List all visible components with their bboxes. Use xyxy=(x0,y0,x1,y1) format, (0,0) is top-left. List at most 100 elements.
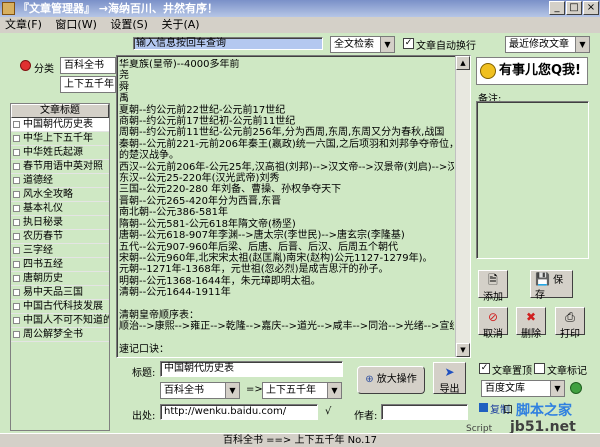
content-line: 晋朝--公元265-420年分为西晋,东晋 xyxy=(119,195,282,207)
content-line: 三国--公元220-280 年刘备、曹操、孙权争夺天下 xyxy=(119,184,342,196)
minimize-button[interactable]: _ xyxy=(549,1,565,15)
export-icon: ➤ xyxy=(444,365,455,379)
content-area[interactable]: 华夏族(皇帝)--4000多年前尧舜禹夏朝--约公元前22世纪-公元前17世纪商… xyxy=(116,55,471,358)
content-line xyxy=(119,333,454,344)
content-scrollbar[interactable]: ▲ ▼ xyxy=(455,56,470,357)
content-line: 隋朝--公元581-公元618年隋文帝(杨坚) xyxy=(119,218,296,230)
article-list: 文章标题 中国朝代历史表 中华上下五千年 中华姓氏起源 春节用语中英对照 道德经… xyxy=(10,103,110,431)
watermark-top: 脚本之家 xyxy=(516,403,572,419)
content-line: 华夏族(皇帝)--4000多年前 xyxy=(119,59,240,70)
zoom-icon: ⊕ xyxy=(365,374,374,385)
export-button[interactable]: ➤ 导出 xyxy=(433,362,466,395)
category-icon xyxy=(20,60,31,71)
maximize-button[interactable]: □ xyxy=(566,1,582,15)
add-icon: 🗎 xyxy=(488,273,498,287)
save-icon: 💾 xyxy=(535,272,550,286)
content-line: 尧 xyxy=(119,70,129,82)
status-bar: 百科全书 ==> 上下五千年 No.17 xyxy=(0,433,600,447)
source-input[interactable]: http://wenku.baidu.com/ xyxy=(160,404,318,420)
menu-about[interactable]: 关于(A) xyxy=(156,17,204,33)
content-line: 商朝--约公元前17世纪初-公元前11世纪 xyxy=(119,116,296,128)
close-button[interactable]: × xyxy=(583,1,599,15)
site-select[interactable]: 百度文库 ▼ xyxy=(481,380,565,397)
menu-article[interactable]: 文章(F) xyxy=(0,17,47,33)
mark-char: 口 xyxy=(503,405,513,416)
list-item[interactable]: 中国朝代历史表 xyxy=(11,118,109,132)
title-input[interactable]: 中国朝代历史表 xyxy=(160,361,343,377)
auto-wrap-label: 文章自动换行 xyxy=(416,41,476,52)
menu-window[interactable]: 窗口(W) xyxy=(50,17,101,33)
list-item[interactable]: 道德经 xyxy=(11,174,109,188)
list-item[interactable]: 春节用语中英对照 xyxy=(11,160,109,174)
app-icon xyxy=(2,2,15,15)
content-line: 周朝--约公元前11世纪-公元前256年,分为西周,东周,东周又分为春秋,战国 xyxy=(119,127,445,139)
content-line: 南北朝--公元386-581年 xyxy=(119,207,228,219)
content-line: 五代--公元907-960年后梁、后唐、后晋、后汉、后周五个朝代 xyxy=(119,241,398,253)
delete-icon: ✖ xyxy=(525,310,537,324)
delete-button[interactable]: ✖ 删除 xyxy=(516,307,546,340)
go-icon[interactable] xyxy=(570,382,582,394)
title-bar: 『文章管理器』 →海纳百川、井然有序！ xyxy=(0,0,600,17)
auto-wrap-checkbox[interactable]: ✓ xyxy=(403,38,414,49)
list-item[interactable]: 唐朝历史 xyxy=(11,272,109,286)
content-line: 清朝皇帝顺序表： xyxy=(119,309,199,321)
list-items: 中国朝代历史表 中华上下五千年 中华姓氏起源 春节用语中英对照 道德经 风水全攻… xyxy=(11,118,109,342)
content-line: 西汉--公元前206年-公元25年,汉高祖(刘邦)-->汉文帝-->汉景帝(刘启… xyxy=(119,161,454,173)
content-line: 夏朝--约公元前22世纪-公元前17世纪 xyxy=(119,104,286,116)
window-title: 『文章管理器』 →海纳百川、井然有序！ xyxy=(18,2,219,15)
note-textarea[interactable] xyxy=(476,101,589,259)
search-input[interactable]: 输入信息按回车查询 xyxy=(133,37,323,50)
title-label: 标题: xyxy=(132,368,156,379)
category-label: 分类 xyxy=(34,64,54,75)
recent-select[interactable]: 最近修改文章 ▼ xyxy=(505,36,590,53)
mark-label: 文章标记 xyxy=(547,366,587,377)
penguin-icon xyxy=(480,63,496,79)
content-line: 顺治-->康熙-->雍正-->乾隆-->嘉庆-->道光-->咸丰-->同治-->… xyxy=(119,321,454,333)
list-item[interactable]: 周公解梦全书 xyxy=(11,328,109,342)
list-item[interactable]: 执日秘录 xyxy=(11,216,109,230)
pin-top-checkbox[interactable]: ✓ xyxy=(479,363,490,374)
print-icon: ⎙ xyxy=(565,310,575,324)
qq-banner[interactable]: 有事儿您Q我! xyxy=(476,57,588,85)
form-arrow: => xyxy=(246,384,263,395)
search-mode-select[interactable]: 全文检索 ▼ xyxy=(330,36,395,53)
content-line: 清朝--公元1644-1911年 xyxy=(119,287,231,299)
content-line: 明朝--公元1368-1644年，朱元璋即明太祖。 xyxy=(119,275,321,287)
mark-checkbox[interactable] xyxy=(534,363,545,374)
list-item[interactable]: 三字经 xyxy=(11,244,109,258)
author-input[interactable] xyxy=(381,404,468,420)
form-category-select[interactable]: 百科全书 ▼ xyxy=(160,382,240,399)
list-item[interactable]: 风水全攻略 xyxy=(11,188,109,202)
cancel-button[interactable]: ⊘ 取消 xyxy=(478,307,508,340)
source-label: 出处: xyxy=(132,411,156,422)
content-line: 禹 xyxy=(119,93,129,105)
list-item[interactable]: 中华上下五千年 xyxy=(11,132,109,146)
author-label: 作者: xyxy=(354,411,378,422)
content-line: 舜 xyxy=(119,81,129,93)
list-item[interactable]: 中华姓氏起源 xyxy=(11,146,109,160)
add-button[interactable]: 🗎 添加 xyxy=(478,270,508,303)
status-text: 百科全书 ==> 上下五千年 No.17 xyxy=(223,435,377,446)
list-item[interactable]: 四书五经 xyxy=(11,258,109,272)
save-button[interactable]: 💾 保存 xyxy=(530,270,573,301)
list-item[interactable]: 基本礼仪 xyxy=(11,202,109,216)
list-item[interactable]: 中国古代科技发展 xyxy=(11,300,109,314)
pin-top-label: 文章置顶 xyxy=(492,366,532,377)
content-line: 宋朝--公元960年,北宋宋太祖(赵匡胤)南宋(赵构)公元1127-1279年)… xyxy=(119,252,433,264)
list-item[interactable]: 农历春节 xyxy=(11,230,109,244)
content-line: 速记口诀： xyxy=(119,344,169,355)
menu-settings[interactable]: 设置(S) xyxy=(105,17,153,33)
content-text: 华夏族(皇帝)--4000多年前尧舜禹夏朝--约公元前22世纪-公元前17世纪商… xyxy=(119,59,454,355)
form-subcategory-select[interactable]: 上下五千年 ▼ xyxy=(262,382,342,399)
list-item[interactable]: 中国人不可不知道的知识 xyxy=(11,314,109,328)
zoom-button[interactable]: ⊕ 放大操作 xyxy=(357,366,425,394)
content-line: 元朝--1271年-1368年，元世祖(忽必烈)是成吉思汗的孙子。 xyxy=(119,264,389,276)
list-header[interactable]: 文章标题 xyxy=(11,104,109,118)
copy-icon xyxy=(479,403,488,412)
list-item[interactable]: 易中天品三国 xyxy=(11,286,109,300)
content-line: 东汉--公元25-220年(汉光武帝)刘秀 xyxy=(119,173,280,185)
source-check: √ xyxy=(325,406,332,417)
menu-bar: 文章(F) 窗口(W) 设置(S) 关于(A) xyxy=(0,17,600,33)
content-line xyxy=(119,299,454,310)
print-button[interactable]: ⎙ 打印 xyxy=(555,307,585,340)
